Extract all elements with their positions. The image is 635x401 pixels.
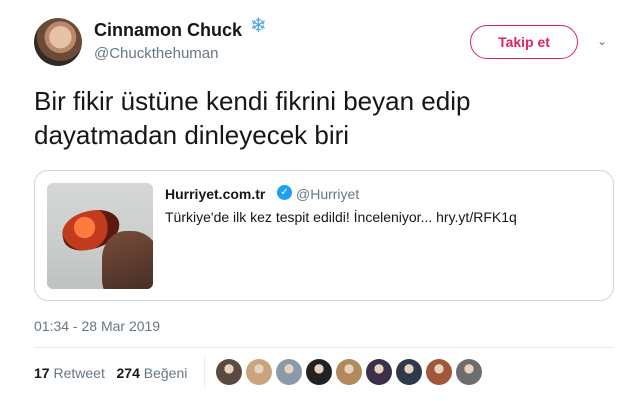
chevron-down-icon[interactable]: ⌄: [597, 34, 607, 48]
liker-avatar[interactable]: [426, 359, 452, 385]
stats-separator: [204, 356, 205, 388]
thumbnail-hand: [102, 231, 153, 289]
divider: [34, 347, 614, 348]
like-count[interactable]: 274: [117, 365, 140, 381]
liker-avatar[interactable]: [276, 359, 302, 385]
tweet-stats: 17 Retweet 274 Beğeni: [34, 365, 187, 381]
liker-avatar[interactable]: [306, 359, 332, 385]
quoted-author-name[interactable]: Hurriyet.com.tr: [165, 186, 265, 202]
tweet-text-line-1: Bir fikir üstüne kendi fikrini beyan edi…: [34, 86, 471, 116]
liker-avatars: [216, 359, 482, 387]
follow-button[interactable]: Takip et: [470, 25, 578, 59]
liker-avatar[interactable]: [396, 359, 422, 385]
liker-avatar[interactable]: [456, 359, 482, 385]
tweet-text-line-2: dayatmadan dinleyecek biri: [34, 120, 350, 150]
verified-icon: ✓: [277, 185, 292, 200]
liker-avatar[interactable]: [246, 359, 272, 385]
retweet-label[interactable]: Retweet: [53, 365, 104, 381]
tweet-timestamp[interactable]: 01:34 - 28 Mar 2019: [34, 318, 160, 334]
author-avatar[interactable]: [34, 18, 82, 66]
like-label[interactable]: Beğeni: [144, 365, 188, 381]
tweet-text: Bir fikir üstüne kendi fikrini beyan edi…: [34, 84, 594, 152]
retweet-count[interactable]: 17: [34, 365, 50, 381]
author-handle[interactable]: @Chuckthehuman: [94, 45, 218, 62]
quoted-tweet-text: Türkiye'de ilk kez tespit edildi! İncele…: [165, 209, 517, 225]
snowflake-icon: ❄: [250, 15, 267, 37]
quoted-author-handle[interactable]: @Hurriyet: [296, 186, 359, 202]
liker-avatar[interactable]: [336, 359, 362, 385]
quoted-tweet-thumbnail[interactable]: [47, 183, 153, 289]
author-name[interactable]: Cinnamon Chuck: [94, 20, 242, 41]
quoted-tweet-card[interactable]: Hurriyet.com.tr ✓ @Hurriyet Türkiye'de i…: [34, 170, 614, 301]
liker-avatar[interactable]: [366, 359, 392, 385]
liker-avatar[interactable]: [216, 359, 242, 385]
